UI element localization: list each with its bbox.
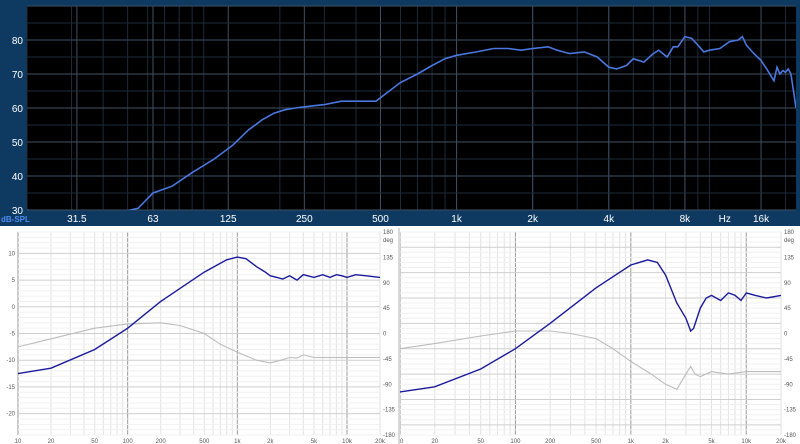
x-tick-label: 1k [234,439,241,444]
y2-tick-label: -180 [784,433,797,439]
x-tick-label: 500 [372,214,389,225]
left-chart-svg: 1050-5-10-15-2018013590450-45-90-135-180… [6,230,396,444]
y2-tick-label: -45 [383,357,392,363]
y2-tick-label: -180 [383,433,396,439]
y-tick-label: 5 [12,278,16,284]
spl-chart-svg: 30405060708031.5 63 125 250 500 1k 2k 4k 8k 16kHz… [1,5,796,225]
x-tick-label: 10 [400,439,404,444]
x-tick-label: 200 [156,439,167,444]
y-tick-label: 0 [12,305,16,311]
x-tick-label: 1k [451,214,463,225]
y2-tick-label: 90 [784,281,791,287]
y2-tick-label: 90 [383,281,390,287]
y2-unit-label: deg [784,238,794,244]
x-tick-label: 125 [220,214,237,225]
x-tick-label: 10 [15,439,22,444]
y-tick-label: 10 [8,251,15,257]
y2-tick-label: -135 [383,408,396,414]
x-tick-label: 20k [375,439,386,444]
x-tick-label: 100 [123,439,134,444]
x-tick-label: 10k [342,439,353,444]
x-tick-label: 250 [296,214,313,225]
x-tick-label: 2k [267,439,274,444]
x-tick-label: 16k [753,214,770,225]
x-tick-label: 2k [662,439,669,444]
y2-tick-label: 0 [383,332,387,338]
y2-tick-label: 180 [784,230,795,236]
right-response-chart: 151050-5-10-15-2018013590450-45-90-135-1… [400,228,800,444]
y2-tick-label: -135 [784,408,797,414]
x-tick-label: 20 [431,439,438,444]
x-tick-label: 20 [48,439,55,444]
y2-tick-label: 135 [383,255,394,261]
grid [400,231,782,436]
y2-tick-label: 45 [784,306,791,312]
y-tick-label: -20 [6,412,15,418]
x-tick-label: 500 [199,439,210,444]
y2-tick-label: -90 [383,382,392,388]
y-axis-label: dB-SPL [1,215,30,224]
x-tick-label: 100 [510,439,521,444]
y-tick-label: -10 [6,358,15,364]
y-tick-label: -15 [6,385,15,391]
x-tick-label: 5k [708,439,715,444]
x-tick-label: 1k [628,439,635,444]
y2-tick-label: 0 [784,332,788,338]
x-tick-label: 50 [91,439,98,444]
y2-tick-label: 180 [383,230,394,236]
y2-unit-label: deg [383,238,393,244]
y-tick-label: 60 [12,104,24,115]
x-tick-label: 2k [527,214,539,225]
x-tick-label: 8k [680,214,692,225]
x-tick-label: 63 [147,214,159,225]
y2-tick-label: 45 [383,306,390,312]
x-tick-label: 5k [311,439,318,444]
y-tick-label: -5 [10,332,16,338]
x-tick-label: 200 [545,439,556,444]
y-tick-label: 70 [12,70,24,81]
x-tick-label: 10k [741,439,752,444]
x-tick-label: 20k [776,439,787,444]
x-tick-label: 31.5 [67,214,87,225]
y-tick-label: 50 [12,138,24,149]
y2-tick-label: 135 [784,255,795,261]
x-tick-label: 50 [477,439,484,444]
y2-tick-label: -90 [784,382,793,388]
frequency-response-chart: 30 40 50 60 70 80 31.5 63 125 250 500 1k 2k 4k 8k 16k Hz… [0,0,800,226]
right-chart-svg: 151050-5-10-15-2018013590450-45-90-135-1… [400,230,797,444]
left-response-chart: 10 5 0 -5 -10 -15 -20 180 135 90 45 0 -45 -90 -135 -180… [0,228,398,444]
x-unit-label: Hz [719,214,731,225]
x-tick-label: 500 [591,439,602,444]
y-tick-label: 80 [12,36,24,47]
y-tick-label: 40 [12,172,24,183]
y2-tick-label: -45 [784,357,793,363]
x-tick-label: 4k [604,214,616,225]
